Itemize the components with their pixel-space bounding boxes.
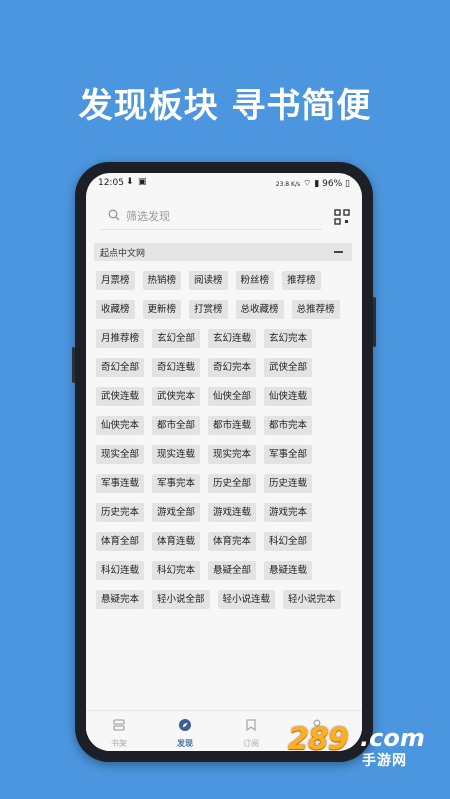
status-right: 23.8 K/s ⌔ ▮ 96% ▯ — [276, 178, 350, 189]
promo-headline: 发现板块 寻书简便 — [78, 86, 372, 126]
nav-label: 订阅 — [243, 739, 259, 748]
category-tag[interactable]: 阅读榜 — [189, 271, 228, 290]
nav-label: 发现 — [177, 739, 193, 748]
nav-item-subscribe[interactable]: 订阅 — [226, 717, 276, 749]
signal-icon: ▮ — [314, 179, 320, 189]
category-tag[interactable]: 总收藏榜 — [235, 300, 284, 319]
wifi-icon: ⌔ — [302, 179, 312, 189]
category-tag[interactable]: 轻小说全部 — [152, 590, 210, 609]
category-tag[interactable]: 科幻连载 — [96, 561, 145, 580]
category-tag[interactable]: 仙侠完本 — [96, 416, 145, 435]
category-tag[interactable]: 奇幻完本 — [208, 358, 257, 377]
phone-screen: 12:05 ⬇ ▣ 23.8 K/s ⌔ ▮ 96% ▯ 筛选发现 起点中文网 … — [86, 173, 362, 751]
category-tag[interactable]: 游戏全部 — [152, 503, 201, 522]
category-tag[interactable]: 月票榜 — [96, 271, 135, 290]
nav-item-bookshelf[interactable]: 书架 — [94, 717, 144, 749]
category-tag[interactable]: 科幻全部 — [264, 532, 313, 551]
nav-label: 书架 — [111, 739, 127, 748]
phone-side-button — [72, 347, 75, 383]
search-input[interactable] — [126, 207, 306, 225]
category-tag[interactable]: 历史全部 — [208, 474, 257, 493]
section-header[interactable]: 起点中文网 — [94, 243, 352, 261]
phone-frame: 12:05 ⬇ ▣ 23.8 K/s ⌔ ▮ 96% ▯ 筛选发现 起点中文网 … — [72, 162, 376, 762]
collapse-icon[interactable] — [334, 251, 343, 253]
search-icon — [108, 209, 120, 221]
category-tag[interactable]: 仙侠连载 — [264, 387, 313, 406]
category-tag[interactable]: 总推荐榜 — [291, 300, 340, 319]
watermark-domain: .com — [360, 724, 425, 752]
category-tag[interactable]: 游戏完本 — [264, 503, 313, 522]
category-tag[interactable]: 科幻完本 — [152, 561, 201, 580]
category-tag[interactable]: 历史完本 — [96, 503, 145, 522]
category-tag[interactable]: 更新榜 — [142, 300, 182, 319]
category-tag[interactable]: 现实连载 — [152, 445, 201, 464]
bookshelf-icon — [113, 719, 125, 731]
image-icon: ▣ — [138, 177, 147, 187]
category-tag[interactable]: 悬疑全部 — [208, 561, 257, 580]
category-tag[interactable]: 月推荐榜 — [96, 329, 145, 348]
battery-icon: ▯ — [345, 179, 350, 189]
category-tag[interactable]: 打赏榜 — [189, 300, 228, 319]
compass-icon — [179, 719, 191, 731]
category-tag[interactable]: 仙侠全部 — [208, 387, 257, 406]
category-tag[interactable]: 轻小说连载 — [217, 590, 276, 609]
watermark-brand: 289 — [288, 722, 349, 757]
watermark-logo: 289 .com 手游网 — [288, 722, 438, 769]
category-tag[interactable]: 现实全部 — [96, 445, 145, 464]
category-tag[interactable]: 玄幻全部 — [152, 329, 201, 348]
network-speed: 23.8 K/s — [275, 181, 301, 188]
phone-power-button — [373, 297, 376, 347]
category-tag[interactable]: 历史连载 — [264, 474, 313, 493]
category-tag[interactable]: 悬疑连载 — [264, 561, 313, 580]
tag-list: 月票榜 热销榜 阅读榜 粉丝榜 推荐榜收藏榜 更新榜 打赏榜 总收藏榜 总推荐榜月推荐榜 玄幻全部… — [96, 271, 356, 609]
category-tag[interactable]: 悬疑完本 — [96, 590, 145, 609]
category-tag[interactable]: 都市连载 — [208, 416, 257, 435]
status-time: 12:05 — [98, 178, 124, 188]
category-tag[interactable]: 都市全部 — [152, 416, 201, 435]
category-tag[interactable]: 奇幻连载 — [152, 358, 201, 377]
status-bar: 12:05 ⬇ ▣ 23.8 K/s ⌔ ▮ 96% ▯ — [86, 173, 362, 193]
search-bar[interactable] — [100, 203, 322, 230]
category-tag[interactable]: 轻小说完本 — [283, 590, 341, 609]
category-tag[interactable]: 体育连载 — [152, 532, 201, 551]
category-tag[interactable]: 奇幻全部 — [96, 358, 145, 377]
category-tag[interactable]: 推荐榜 — [282, 271, 321, 290]
category-tag[interactable]: 武侠完本 — [152, 387, 201, 406]
category-tag[interactable]: 军事连载 — [96, 474, 145, 493]
watermark-sub: 手游网 — [362, 753, 407, 769]
bookmark-icon — [246, 719, 256, 732]
category-tag[interactable]: 收藏榜 — [96, 300, 135, 319]
category-tag[interactable]: 武侠连载 — [96, 387, 145, 406]
category-tag[interactable]: 玄幻完本 — [264, 329, 313, 348]
category-tag[interactable]: 粉丝榜 — [235, 271, 275, 290]
notification-icon: ⬇ — [126, 177, 134, 187]
scan-icon[interactable] — [334, 209, 350, 225]
battery-level: 96% — [322, 179, 343, 189]
category-tag[interactable]: 热销榜 — [142, 271, 182, 290]
category-tag[interactable]: 现实完本 — [208, 445, 257, 464]
section-title: 起点中文网 — [100, 249, 146, 259]
category-tag[interactable]: 体育全部 — [96, 532, 145, 551]
category-tag[interactable]: 武侠全部 — [264, 358, 313, 377]
category-tag[interactable]: 体育完本 — [208, 532, 257, 551]
nav-item-discover[interactable]: 发现 — [160, 717, 210, 749]
category-tag[interactable]: 玄幻连载 — [208, 329, 257, 348]
category-tag[interactable]: 游戏连载 — [208, 503, 257, 522]
category-tag[interactable]: 都市完本 — [264, 416, 313, 435]
category-tag[interactable]: 军事全部 — [264, 445, 313, 464]
category-tag[interactable]: 军事完本 — [152, 474, 201, 493]
